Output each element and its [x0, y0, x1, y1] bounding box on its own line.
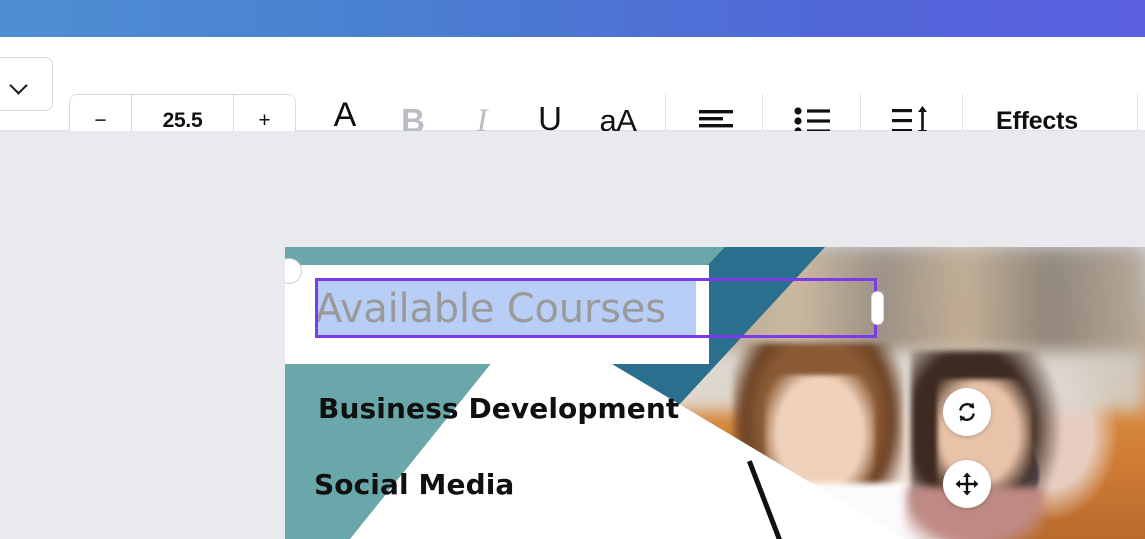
rotate-button[interactable]	[943, 388, 991, 436]
move-icon	[955, 472, 979, 496]
textbox-resize-handle-right[interactable]	[871, 291, 884, 325]
app-header-bar	[0, 0, 1145, 37]
text-color-letter: A	[333, 96, 357, 134]
editor-window: chevron-down − 25.5 + A B I U aA	[0, 0, 1145, 539]
text-format-toolbar: chevron-down − 25.5 + A B I U aA	[0, 37, 1145, 148]
collapse-toolbar-button[interactable]: chevron-down	[0, 57, 53, 111]
rotate-icon	[959, 402, 975, 422]
slide[interactable]: Business Development Social Media Availa…	[285, 247, 1145, 539]
move-button[interactable]	[943, 460, 991, 508]
underline-letter: U	[538, 99, 562, 137]
textbox-selection-frame[interactable]	[315, 278, 877, 338]
slide-body-line-2[interactable]: Social Media	[314, 468, 514, 501]
slide-body-line-1[interactable]: Business Development	[318, 392, 679, 425]
slide-canvas-area: Business Development Social Media Availa…	[0, 131, 1145, 539]
